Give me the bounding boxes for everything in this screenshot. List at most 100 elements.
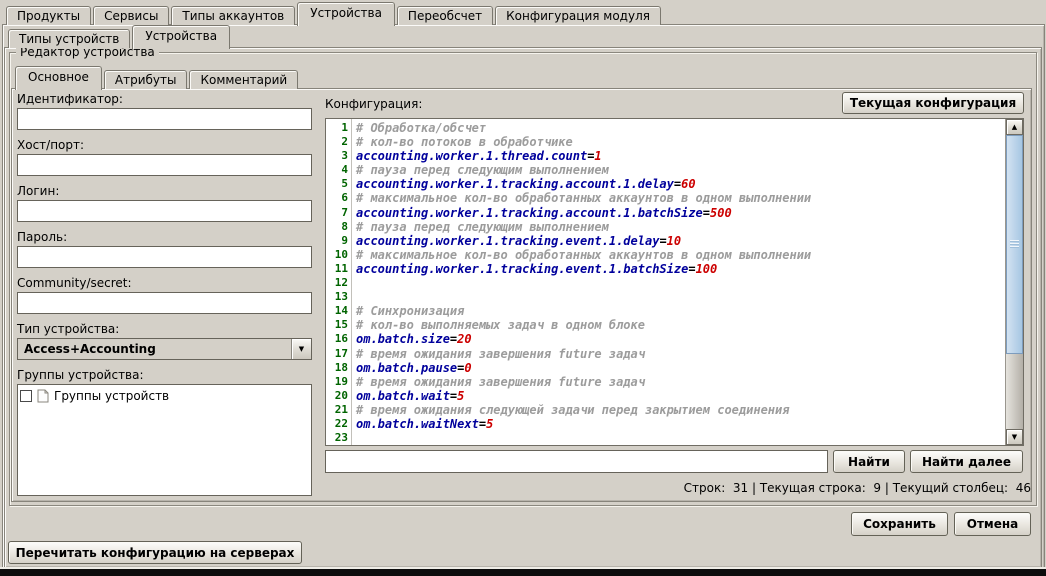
property-key: accounting.worker.1.tracking.account.1.b… bbox=[356, 206, 703, 220]
code-line: accounting.worker.1.tracking.account.1.d… bbox=[356, 177, 1005, 191]
form-field-community-secret: Community/secret: bbox=[17, 276, 312, 314]
scrollbar-grip bbox=[1010, 240, 1019, 249]
editor-code[interactable]: # Обработка/обсчет# кол-во потоков в обр… bbox=[352, 119, 1005, 445]
code-line: accounting.worker.1.thread.count=1 bbox=[356, 149, 1005, 163]
property-value: 5 bbox=[457, 389, 464, 403]
scrollbar-thumb[interactable] bbox=[1006, 135, 1023, 354]
property-value: 20 bbox=[457, 332, 471, 346]
code-line bbox=[356, 276, 1005, 290]
bottom-strip bbox=[0, 569, 1046, 576]
device-form: Идентификатор:Хост/порт:Логин:Пароль:Com… bbox=[17, 92, 312, 496]
comment-text: # кол-во выполняемых задач в одном блоке bbox=[356, 318, 645, 332]
property-key: om.batch.size bbox=[356, 332, 450, 346]
search-input[interactable] bbox=[325, 450, 828, 473]
tree-item-device-groups[interactable]: Группы устройств bbox=[20, 388, 309, 404]
form-field-login: Логин: bbox=[17, 184, 312, 222]
comment-text: # время ожидания завершения future задач bbox=[356, 375, 645, 389]
tab-devices-device-types[interactable]: Типы устройств bbox=[8, 29, 130, 48]
device-type-dropdown-button[interactable]: ▼ bbox=[291, 339, 311, 359]
tree-item-label: Группы устройств bbox=[54, 389, 169, 403]
device-groups-tree[interactable]: Группы устройств bbox=[17, 384, 312, 496]
scroll-down-button[interactable]: ▼ bbox=[1006, 429, 1023, 445]
identifier-input[interactable] bbox=[17, 108, 312, 130]
line-number: 23 bbox=[326, 431, 348, 445]
editor-gutter: 1234567891011121314151617181920212223 bbox=[326, 119, 352, 445]
editor-tabs: ОсновноеАтрибутыКомментарий bbox=[15, 66, 300, 89]
save-button[interactable]: Сохранить bbox=[851, 512, 948, 536]
tab-module-devices[interactable]: Устройства bbox=[297, 2, 395, 26]
line-number: 5 bbox=[326, 177, 348, 191]
code-line: # Обработка/обсчет bbox=[356, 121, 1005, 135]
code-line: # время ожидания следующей задачи перед … bbox=[356, 403, 1005, 417]
code-line: # пауза перед следующим выполнением bbox=[356, 220, 1005, 234]
password-label: Пароль: bbox=[17, 230, 312, 244]
config-editor[interactable]: 1234567891011121314151617181920212223 # … bbox=[325, 118, 1024, 446]
comment-text: # максимальное кол-во обработанных аккау… bbox=[356, 191, 811, 205]
property-key: accounting.worker.1.tracking.event.1.del… bbox=[356, 234, 659, 248]
code-line: # максимальное кол-во обработанных аккау… bbox=[356, 191, 1005, 205]
cancel-button[interactable]: Отмена bbox=[954, 512, 1031, 536]
line-number: 3 bbox=[326, 149, 348, 163]
property-key: om.batch.waitNext bbox=[356, 417, 479, 431]
tab-module-module-configuration[interactable]: Конфигурация модуля bbox=[495, 6, 661, 25]
device-groups-label: Группы устройства: bbox=[17, 368, 312, 382]
comment-text: # время ожидания следующей задачи перед … bbox=[356, 403, 789, 417]
line-number: 15 bbox=[326, 318, 348, 332]
code-line: om.batch.pause=0 bbox=[356, 361, 1005, 375]
tab-editor-general[interactable]: Основное bbox=[15, 66, 102, 90]
community-secret-input[interactable] bbox=[17, 292, 312, 314]
current-config-button[interactable]: Текущая конфигурация bbox=[842, 92, 1024, 114]
property-key: om.batch.pause bbox=[356, 361, 457, 375]
password-input[interactable] bbox=[17, 246, 312, 268]
code-line: om.batch.wait=5 bbox=[356, 389, 1005, 403]
host-port-input[interactable] bbox=[17, 154, 312, 176]
property-value: 60 bbox=[681, 177, 695, 191]
tab-module-account-types[interactable]: Типы аккаунтов bbox=[171, 6, 295, 25]
find-next-button[interactable]: Найти далее bbox=[910, 450, 1023, 473]
device-groups-checkbox[interactable] bbox=[20, 390, 32, 402]
equals-sign: = bbox=[479, 417, 486, 431]
scroll-up-button[interactable]: ▲ bbox=[1006, 119, 1023, 135]
property-key: accounting.worker.1.tracking.account.1.d… bbox=[356, 177, 674, 191]
tab-module-services[interactable]: Сервисы bbox=[93, 6, 169, 25]
code-line: # пауза перед следующим выполнением bbox=[356, 163, 1005, 177]
code-line: om.batch.size=20 bbox=[356, 332, 1005, 346]
code-line: # кол-во потоков в обработчике bbox=[356, 135, 1005, 149]
line-number: 10 bbox=[326, 248, 348, 262]
reread-config-button[interactable]: Перечитать конфигурацию на серверах bbox=[8, 541, 302, 564]
comment-text: # пауза перед следующим выполнением bbox=[356, 163, 609, 177]
tab-editor-attributes[interactable]: Атрибуты bbox=[104, 70, 188, 89]
tab-editor-comment[interactable]: Комментарий bbox=[189, 70, 298, 89]
property-value: 500 bbox=[710, 206, 732, 220]
code-line: # Синхронизация bbox=[356, 304, 1005, 318]
tab-module-recalculation[interactable]: Переобсчет bbox=[397, 6, 493, 25]
line-number: 2 bbox=[326, 135, 348, 149]
property-value: 1 bbox=[594, 149, 601, 163]
triangle-up-icon: ▲ bbox=[1012, 123, 1017, 131]
comment-text: # кол-во потоков в обработчике bbox=[356, 135, 573, 149]
editor-scrollbar[interactable]: ▲ ▼ bbox=[1005, 119, 1023, 445]
tab-devices-devices[interactable]: Устройства bbox=[132, 25, 230, 49]
chevron-down-icon: ▼ bbox=[299, 345, 304, 353]
line-number: 18 bbox=[326, 361, 348, 375]
line-number: 8 bbox=[326, 220, 348, 234]
login-label: Логин: bbox=[17, 184, 312, 198]
code-line: om.batch.waitNext=5 bbox=[356, 417, 1005, 431]
host-port-label: Хост/порт: bbox=[17, 138, 312, 152]
devices-tabs: Типы устройствУстройства bbox=[8, 25, 232, 48]
device-type-combobox[interactable]: Access+Accounting ▼ bbox=[17, 338, 312, 360]
line-number: 11 bbox=[326, 262, 348, 276]
comment-text: # время ожидания завершения future задач bbox=[356, 347, 645, 361]
find-button[interactable]: Найти bbox=[833, 450, 905, 473]
login-input[interactable] bbox=[17, 200, 312, 222]
comment-text: # максимальное кол-во обработанных аккау… bbox=[356, 248, 811, 262]
line-number: 13 bbox=[326, 290, 348, 304]
code-line: # кол-во выполняемых задач в одном блоке bbox=[356, 318, 1005, 332]
module-tabs: ПродуктыСервисыТипы аккаунтовУстройстваП… bbox=[6, 2, 663, 25]
form-field-host-port: Хост/порт: bbox=[17, 138, 312, 176]
property-key: accounting.worker.1.tracking.event.1.bat… bbox=[356, 262, 688, 276]
line-number: 20 bbox=[326, 389, 348, 403]
tab-module-products[interactable]: Продукты bbox=[6, 6, 91, 25]
equals-sign: = bbox=[659, 234, 666, 248]
line-number: 12 bbox=[326, 276, 348, 290]
